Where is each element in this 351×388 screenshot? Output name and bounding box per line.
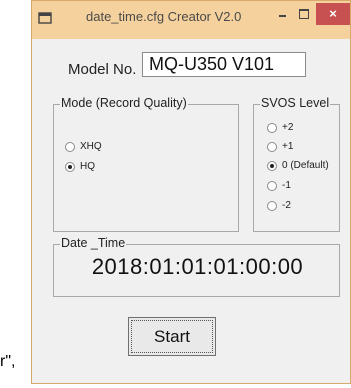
model-label: Model No. — [68, 61, 137, 78]
svos-option-label: 0 (Default) — [282, 160, 329, 171]
minimize-icon — [279, 15, 286, 17]
radio-icon — [267, 201, 277, 211]
mode-option-label: XHQ — [80, 141, 102, 152]
svos-option-label: -1 — [282, 180, 291, 191]
start-button-label: Start — [154, 327, 190, 346]
radio-icon — [267, 142, 277, 152]
mode-group: Mode (Record Quality) XHQ HQ — [53, 96, 239, 232]
datetime-group: Date _Time 2018:01:01:01:00:00 — [53, 236, 340, 297]
svos-option-label: -2 — [282, 200, 291, 211]
minimize-button[interactable] — [270, 3, 294, 25]
close-icon: × — [329, 6, 337, 21]
start-button[interactable]: Start — [128, 317, 216, 356]
svos-option-label: +1 — [282, 141, 294, 152]
window-title: date_time.cfg Creator V2.0 — [86, 9, 242, 24]
mode-option-label: HQ — [80, 161, 95, 172]
close-button[interactable]: × — [316, 3, 350, 25]
radio-icon — [267, 123, 277, 133]
svos-group: SVOS Level +2 +1 0 (Default) -1 -2 — [253, 96, 340, 232]
title-bar: date_time.cfg Creator V2.0 × — [32, 1, 350, 39]
svos-group-legend: SVOS Level — [260, 96, 331, 110]
mode-group-legend: Mode (Record Quality) — [60, 96, 188, 110]
radio-icon — [65, 142, 75, 152]
svos-option-label: +2 — [282, 122, 294, 133]
app-icon — [38, 12, 52, 24]
app-window: date_time.cfg Creator V2.0 × Model No. M… — [31, 0, 351, 384]
radio-checked-icon — [267, 161, 277, 171]
maximize-button[interactable] — [294, 3, 316, 25]
model-number-input[interactable]: MQ-U350 V101 — [142, 52, 306, 77]
background-text: r", — [0, 353, 16, 370]
maximize-icon — [299, 9, 309, 19]
radio-checked-icon — [65, 162, 75, 172]
datetime-group-legend: Date _Time — [60, 236, 127, 250]
datetime-value: 2018:01:01:01:00:00 — [91, 254, 304, 279]
radio-icon — [267, 181, 277, 191]
